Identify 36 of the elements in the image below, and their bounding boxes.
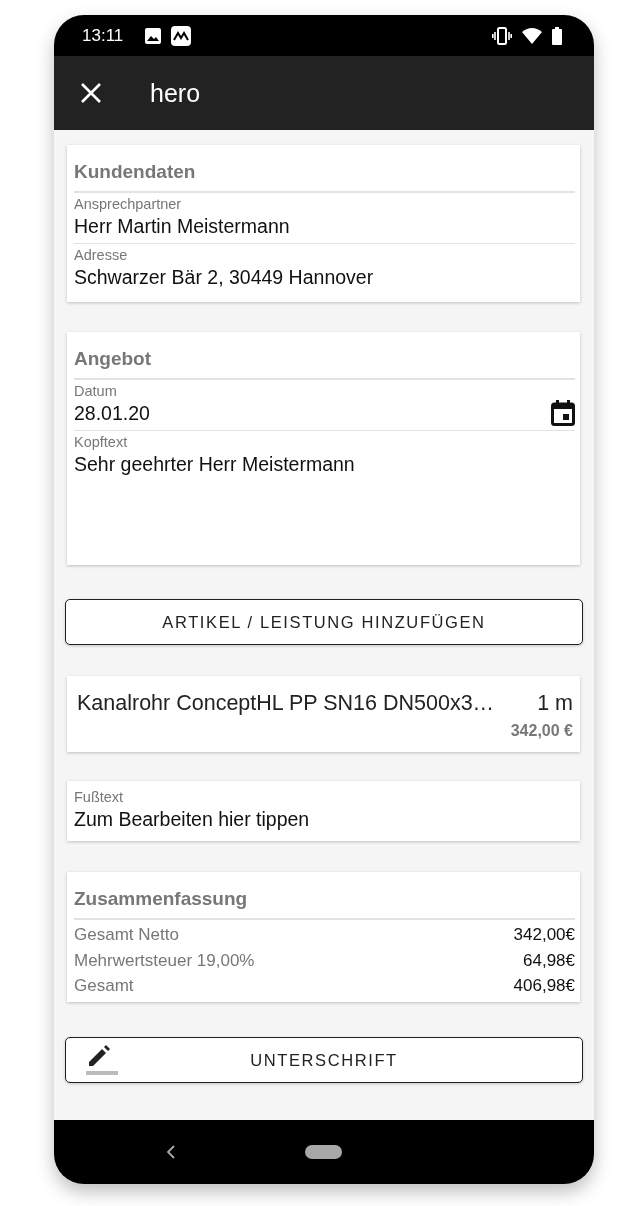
close-icon[interactable] [80, 82, 102, 104]
item-price: 342,00 € [510, 722, 573, 740]
field-label: Datum [74, 383, 118, 400]
summary-value: 406,98€ [513, 975, 575, 997]
summary-label: Mehrwertsteuer 19,00% [74, 949, 255, 972]
field-label: Ansprechpartner [74, 196, 183, 213]
date-field[interactable]: 28.01.20 [74, 400, 150, 426]
item-name: Kanalrohr ConceptHL PP SN16 DN500x3… [77, 690, 495, 717]
home-button[interactable] [305, 1145, 342, 1159]
vibrate-icon [492, 26, 512, 45]
section-title: Zusammenfassung [74, 872, 575, 920]
battery-icon [552, 26, 562, 45]
app-title: hero [150, 78, 201, 108]
back-icon[interactable] [167, 1145, 175, 1159]
summary-label: Gesamt Netto [74, 924, 179, 946]
wifi-icon [522, 27, 542, 44]
app-logo-icon [171, 25, 192, 46]
section-title: Angebot [74, 332, 575, 380]
text-area[interactable]: Sehr geehrter Herr Meistermann [74, 451, 575, 477]
summary-value: 64,98€ [523, 949, 575, 972]
pencil-icon [86, 1044, 120, 1076]
status-time: 13:11 [82, 25, 124, 46]
summary-label: Gesamt [74, 975, 134, 997]
field-label: Fußtext [74, 789, 125, 806]
field-label: Adresse [74, 247, 129, 264]
calendar-icon[interactable] [551, 400, 575, 426]
field-value[interactable]: Schwarzer Bär 2, 30449 Hannover [74, 264, 575, 290]
summary-value: 342,00€ [513, 924, 575, 946]
signature-button[interactable]: UNTERSCHRIFT [65, 1037, 583, 1083]
add-item-button[interactable]: ARTIKEL / LEISTUNG HINZUFÜGEN [65, 599, 583, 645]
image-icon [145, 27, 162, 44]
text-field[interactable]: Zum Bearbeiten hier tippen [74, 806, 575, 832]
item-quantity: 1 m [537, 690, 573, 717]
field-value[interactable]: Herr Martin Meistermann [74, 213, 575, 239]
section-title: Kundendaten [74, 145, 575, 193]
field-label: Kopftext [74, 434, 129, 451]
